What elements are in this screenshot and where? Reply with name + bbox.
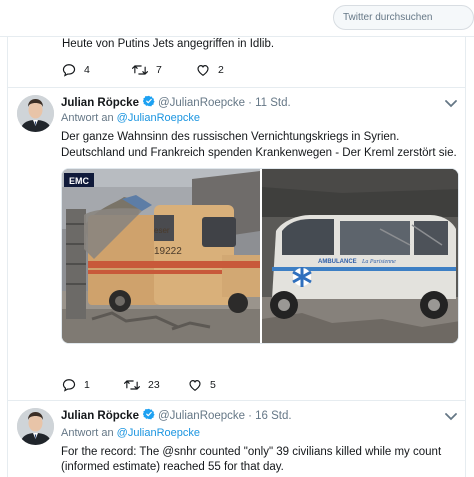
retweet-icon bbox=[124, 380, 140, 390]
tweet-header: Julian Röpcke @JulianRoepcke · 16 Std. bbox=[61, 408, 292, 423]
retweet-count: 7 bbox=[156, 64, 162, 76]
like-icon bbox=[197, 65, 209, 76]
verified-badge-icon bbox=[142, 408, 155, 423]
reply-to-link[interactable]: @JulianRoepcke bbox=[117, 112, 200, 124]
avatar-image bbox=[17, 408, 54, 445]
reply-prefix: Antwort an bbox=[61, 112, 114, 124]
retweet-icon bbox=[132, 65, 148, 75]
tweet-time[interactable]: · 16 Std. bbox=[248, 410, 291, 422]
like-count: 5 bbox=[210, 379, 216, 391]
ambulance-script-text: La Parisienne bbox=[361, 259, 396, 265]
reply-icon bbox=[62, 64, 76, 77]
reply-count: 1 bbox=[84, 379, 90, 391]
retweet-button[interactable]: 23 bbox=[124, 378, 188, 392]
like-count: 2 bbox=[218, 64, 224, 76]
reply-button[interactable]: 1 bbox=[62, 378, 124, 392]
retweet-count: 23 bbox=[148, 379, 160, 391]
verified-badge-icon bbox=[142, 95, 155, 110]
search-input[interactable]: Twitter durchsuchen bbox=[333, 5, 474, 30]
display-name[interactable]: Julian Röpcke bbox=[61, 410, 139, 422]
tweet-media[interactable]: EMC 19222 eser AMBULANCE La Parisienne bbox=[61, 168, 459, 344]
top-bar: Twitter durchsuchen bbox=[0, 0, 474, 36]
reply-context: Antwort an @JulianRoepcke bbox=[61, 112, 200, 124]
tweet-time[interactable]: · 11 Std. bbox=[248, 97, 291, 109]
user-handle[interactable]: @JulianRoepcke bbox=[158, 97, 245, 109]
ambulance-text: AMBULANCE bbox=[318, 259, 357, 265]
reply-context: Antwort an @JulianRoepcke bbox=[61, 427, 200, 439]
tweet-text-line: For the record: The @snhr counted "only"… bbox=[61, 446, 442, 458]
vehicle-text: eser bbox=[154, 226, 170, 235]
reply-icon bbox=[62, 379, 76, 392]
media-photo-left[interactable]: EMC 19222 eser bbox=[62, 169, 260, 343]
tweet-text-line: Deutschland und Frankreich spenden Krank… bbox=[61, 147, 457, 159]
like-button[interactable]: 5 bbox=[188, 378, 216, 392]
display-name[interactable]: Julian Röpcke bbox=[61, 97, 139, 109]
reply-count: 4 bbox=[84, 64, 90, 76]
tweet-actions: 1 23 5 bbox=[62, 378, 216, 392]
chevron-down-icon[interactable] bbox=[445, 99, 457, 109]
reply-prefix: Antwort an bbox=[61, 427, 114, 439]
tweet-text-line: Der ganze Wahnsinn des russischen Vernic… bbox=[61, 131, 400, 143]
user-handle[interactable]: @JulianRoepcke bbox=[158, 410, 245, 422]
media-badge-text: EMC bbox=[69, 176, 90, 186]
timeline-left-border bbox=[7, 36, 8, 477]
avatar[interactable] bbox=[17, 95, 54, 132]
tweet-divider bbox=[8, 87, 465, 88]
chevron-down-icon[interactable] bbox=[445, 412, 457, 422]
reply-button[interactable]: 4 bbox=[62, 63, 132, 77]
vehicle-number: 19222 bbox=[154, 246, 182, 257]
tweet-divider bbox=[8, 400, 465, 401]
avatar-image bbox=[17, 95, 54, 132]
media-photo-right[interactable]: AMBULANCE La Parisienne bbox=[262, 169, 458, 343]
avatar[interactable] bbox=[17, 408, 54, 445]
tweet-text: Heute von Putins Jets angegriffen in Idl… bbox=[62, 38, 275, 50]
retweet-button[interactable]: 7 bbox=[132, 63, 196, 77]
timeline-right-border bbox=[465, 36, 466, 477]
reply-to-link[interactable]: @JulianRoepcke bbox=[117, 427, 200, 439]
tweet-header: Julian Röpcke @JulianRoepcke · 11 Std. bbox=[61, 95, 291, 110]
tweet-actions: 4 7 2 bbox=[62, 63, 224, 77]
like-button[interactable]: 2 bbox=[196, 63, 224, 77]
tweet-text-line: (informed estimate) reached 55 for that … bbox=[61, 461, 284, 473]
like-icon bbox=[189, 380, 201, 391]
